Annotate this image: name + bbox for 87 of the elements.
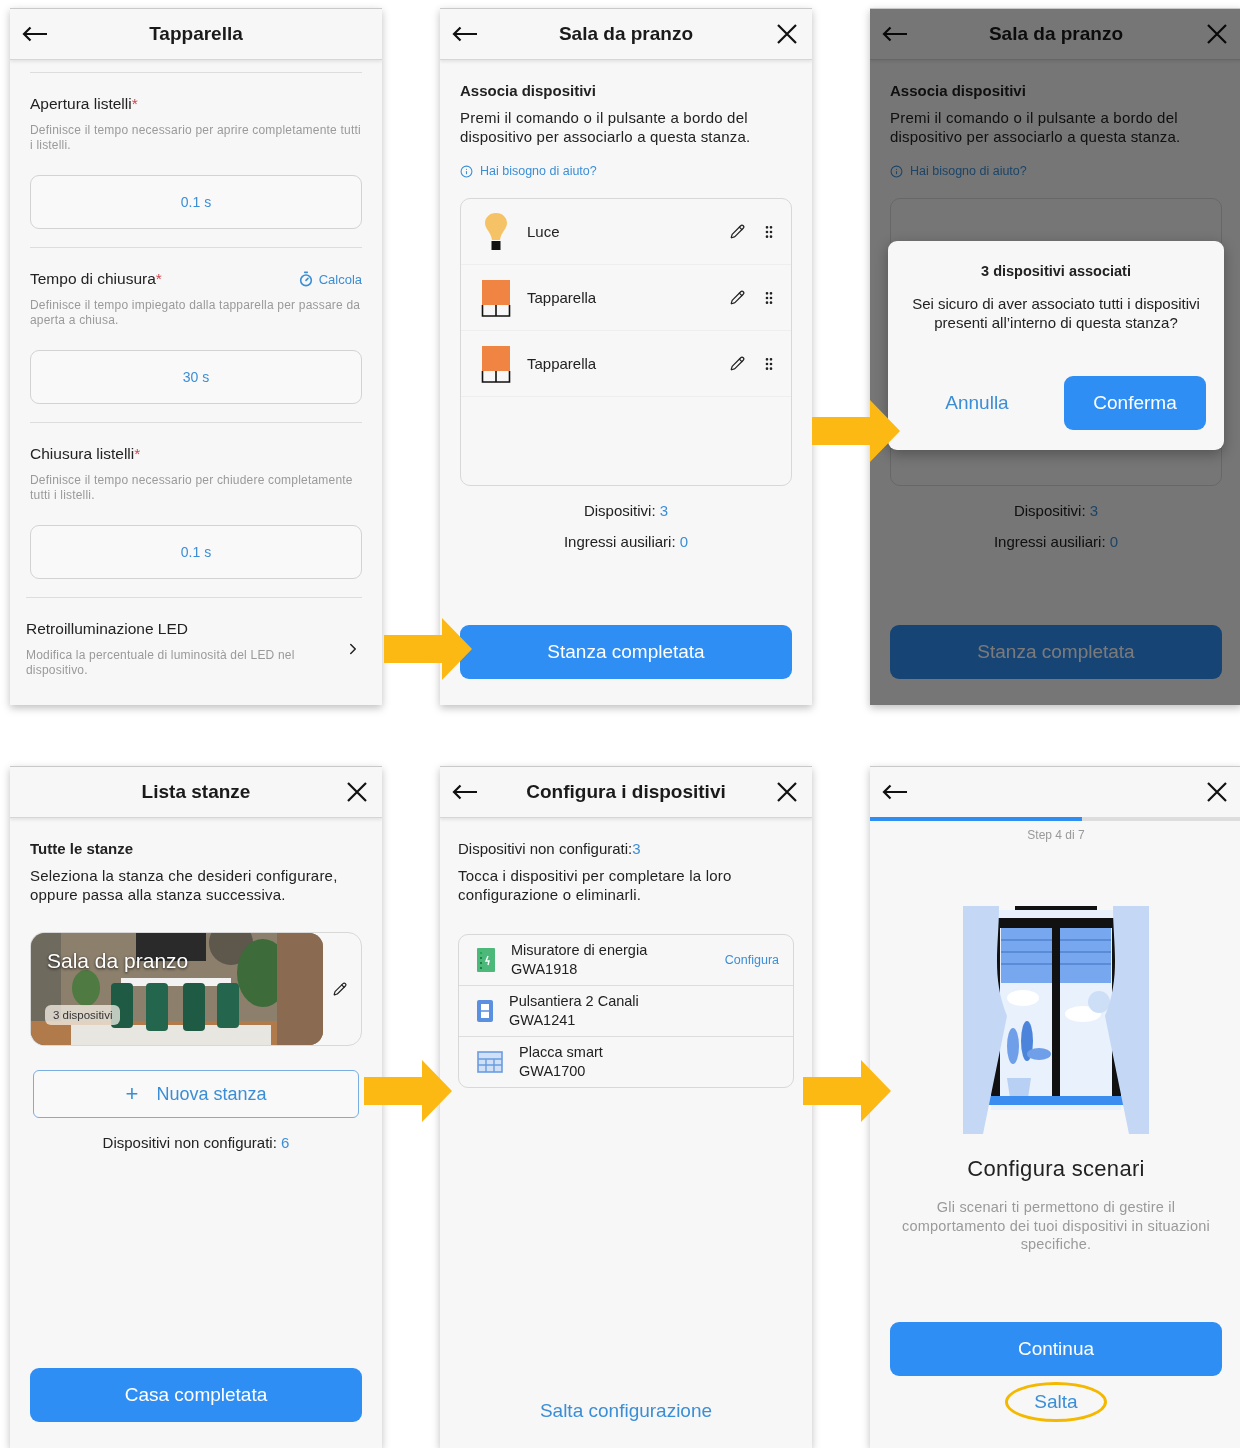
skip-link[interactable]: Salta — [1005, 1382, 1107, 1422]
instructions-text: Premi il comando o il pulsante a bordo del dispositivo per associarlo a questa stanza. — [460, 108, 752, 146]
device-row[interactable]: Misuratore di energia GWA1918 Configura — [459, 935, 793, 985]
smart-plate-icon — [477, 1051, 503, 1073]
edit-icon[interactable] — [730, 224, 745, 239]
row-description: Modifica la percentuale di luminosità del LED nel dispositivo. — [26, 648, 296, 678]
section-heading: Associa dispositivi — [890, 82, 1027, 99]
screen-title: Configura i dispositivi — [525, 781, 727, 803]
device-count-badge: 3 dispositivi — [45, 1005, 121, 1025]
cancel-button[interactable]: Annulla — [906, 391, 1048, 415]
edit-icon[interactable] — [730, 356, 745, 371]
info-icon — [460, 164, 473, 178]
close-icon — [1207, 782, 1227, 802]
edit-icon[interactable] — [730, 290, 745, 305]
device-row[interactable]: Tapparella — [461, 265, 791, 331]
device-row[interactable]: Placca smart GWA1700 — [459, 1036, 793, 1087]
field-description: Definisce il tempo necessario per chiudere completamente tutti i listelli. — [30, 473, 354, 503]
new-room-button[interactable]: + Nuova stanza — [33, 1070, 359, 1118]
back-arrow-icon — [452, 26, 478, 42]
screen-title: Sala da pranzo — [557, 23, 695, 45]
device-row[interactable]: Pulsantiera 2 Canali GWA1241 — [459, 985, 793, 1036]
section-heading: Tutte le stanze — [30, 840, 135, 857]
feature-description: Gli scenari ti permettono di gestire il comportamento dei tuoi dispositivi in situazioni specifiche. — [901, 1198, 1211, 1254]
device-name: Luce — [527, 223, 561, 240]
field-label: Tempo di chiusura* — [30, 270, 162, 288]
keypad-icon — [477, 1000, 493, 1022]
feature-title: Configura scenari — [966, 1156, 1146, 1182]
step-text: Step 4 di 7 — [1026, 828, 1086, 842]
instructions-text: Premi il comando o il pulsante a bordo del dispositivo per associarlo a questa stanza. — [890, 108, 1182, 146]
back-arrow-icon — [882, 784, 908, 800]
complete-home-button[interactable]: Casa completata — [30, 1368, 362, 1422]
configure-link[interactable]: Configura — [724, 953, 779, 967]
confirm-button[interactable]: Conferma — [1064, 376, 1206, 430]
device-name: Tapparella — [527, 289, 598, 306]
field-description: Definisce il tempo impiegato dalla tapparella per passare da aperta a chiusa. — [30, 298, 362, 328]
info-icon — [890, 164, 903, 178]
calculate-link[interactable]: Calcola — [297, 271, 362, 287]
time-field[interactable]: 30 s — [30, 350, 362, 404]
screen-title: Sala da pranzo — [987, 23, 1125, 45]
device-code: GWA1241 — [509, 1011, 577, 1030]
screen-title: Lista stanze — [140, 781, 252, 803]
field-description: Definisce il tempo necessario per aprire completamente tutti i listelli. — [30, 123, 362, 153]
count-text: Dispositivi non configurati: 6 — [101, 1134, 291, 1151]
back-arrow-icon — [452, 784, 478, 800]
count-text: Dispositivi: 3 — [582, 502, 670, 519]
close-icon — [347, 782, 367, 802]
energy-meter-icon — [477, 948, 495, 972]
skip-configuration-link[interactable]: Salta configurazione — [458, 1400, 794, 1422]
count-text: Ingressi ausiliari: 0 — [992, 533, 1120, 550]
close-icon — [777, 782, 797, 802]
dialog-message: Sei sicuro di aver associato tutti i dispositivi presenti all’interno di questa stanza? — [911, 294, 1201, 332]
device-name: Tapparella — [527, 355, 598, 372]
section-heading: Associa dispositivi — [460, 82, 597, 99]
back-arrow-icon — [22, 26, 48, 42]
device-name: Placca smart — [519, 1043, 604, 1062]
close-icon — [1207, 24, 1227, 44]
device-row[interactable]: Tapparella — [461, 331, 791, 397]
complete-room-button[interactable]: Stanza completata — [890, 625, 1222, 679]
count-text: Dispositivi non configurati:3 — [458, 840, 642, 857]
device-row[interactable]: Luce — [461, 199, 791, 265]
field-label: Chiusura listelli* — [30, 445, 141, 463]
shutter-icon — [481, 278, 511, 317]
timer-icon — [297, 271, 314, 287]
complete-room-button[interactable]: Stanza completata — [460, 625, 792, 679]
instructions-text: Tocca i dispositivi per completare la loro configurazione o eliminarli. — [458, 866, 733, 904]
back-arrow-icon — [882, 26, 908, 42]
screen-title: Tapparella — [148, 23, 244, 45]
edit-icon — [333, 982, 347, 996]
count-text: Ingressi ausiliari: 0 — [562, 533, 690, 550]
row-label: Retroilluminazione LED — [26, 620, 188, 637]
device-code: GWA1918 — [511, 960, 579, 979]
count-text: Dispositivi: 3 — [1012, 502, 1100, 519]
help-link[interactable]: Hai bisogno di aiuto? — [460, 164, 792, 178]
instructions-text: Seleziona la stanza che desideri configurare, oppure passa alla stanza successiva. — [30, 866, 339, 904]
shutter-icon — [481, 344, 511, 383]
device-name: Pulsantiera 2 Canali — [509, 992, 640, 1011]
help-link[interactable]: Hai bisogno di aiuto? — [890, 164, 1222, 178]
dialog-title: 3 dispositivi associati — [980, 263, 1132, 279]
device-code: GWA1700 — [519, 1062, 587, 1081]
continue-button[interactable]: Continua — [890, 1322, 1222, 1376]
time-field[interactable]: 0.1 s — [30, 175, 362, 229]
settings-row[interactable]: Retroilluminazione LED Modifica la percentuale di luminosità del LED nel dispositivo. — [26, 620, 362, 678]
time-field[interactable]: 0.1 s — [30, 525, 362, 579]
field-label: Apertura listelli* — [30, 95, 138, 113]
device-name: Misuratore di energia — [511, 941, 649, 960]
close-icon — [777, 24, 797, 44]
edit-button[interactable] — [333, 982, 347, 996]
